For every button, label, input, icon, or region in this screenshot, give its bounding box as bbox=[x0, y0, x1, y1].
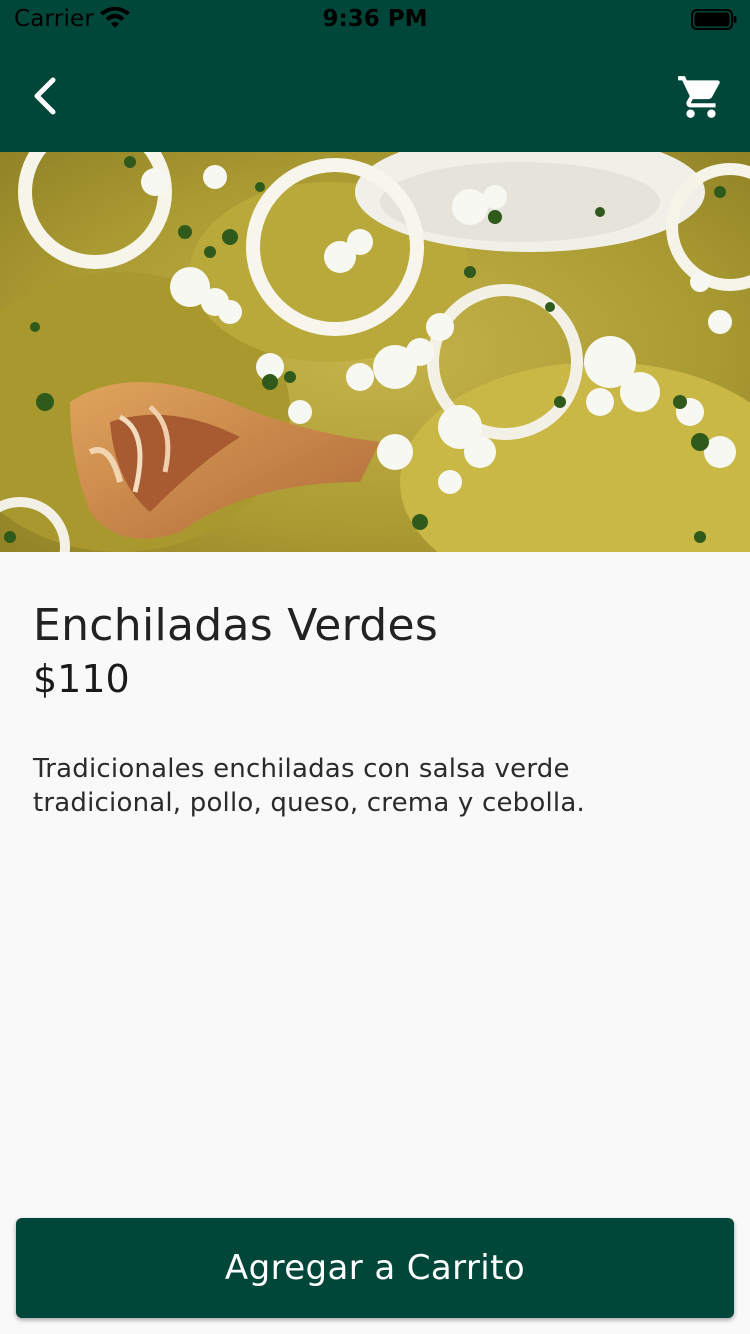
status-bar: Carrier 9:36 PM bbox=[0, 0, 750, 40]
enchiladas-photo-illustration bbox=[0, 152, 750, 552]
add-to-cart-button[interactable]: Agregar a Carrito bbox=[16, 1218, 734, 1318]
product-description: Tradicionales enchiladas con salsa verde… bbox=[33, 754, 585, 818]
shopping-cart-icon[interactable] bbox=[676, 72, 726, 122]
clock: 9:36 PM bbox=[322, 6, 428, 32]
battery-icon bbox=[691, 9, 737, 30]
product-price: $110 bbox=[33, 657, 130, 701]
product-image bbox=[0, 152, 750, 552]
navigation-bar bbox=[0, 40, 750, 152]
add-to-cart-label: Agregar a Carrito bbox=[224, 1248, 526, 1288]
product-title: Enchiladas Verdes bbox=[33, 600, 439, 651]
chevron-left-icon[interactable] bbox=[22, 74, 66, 118]
